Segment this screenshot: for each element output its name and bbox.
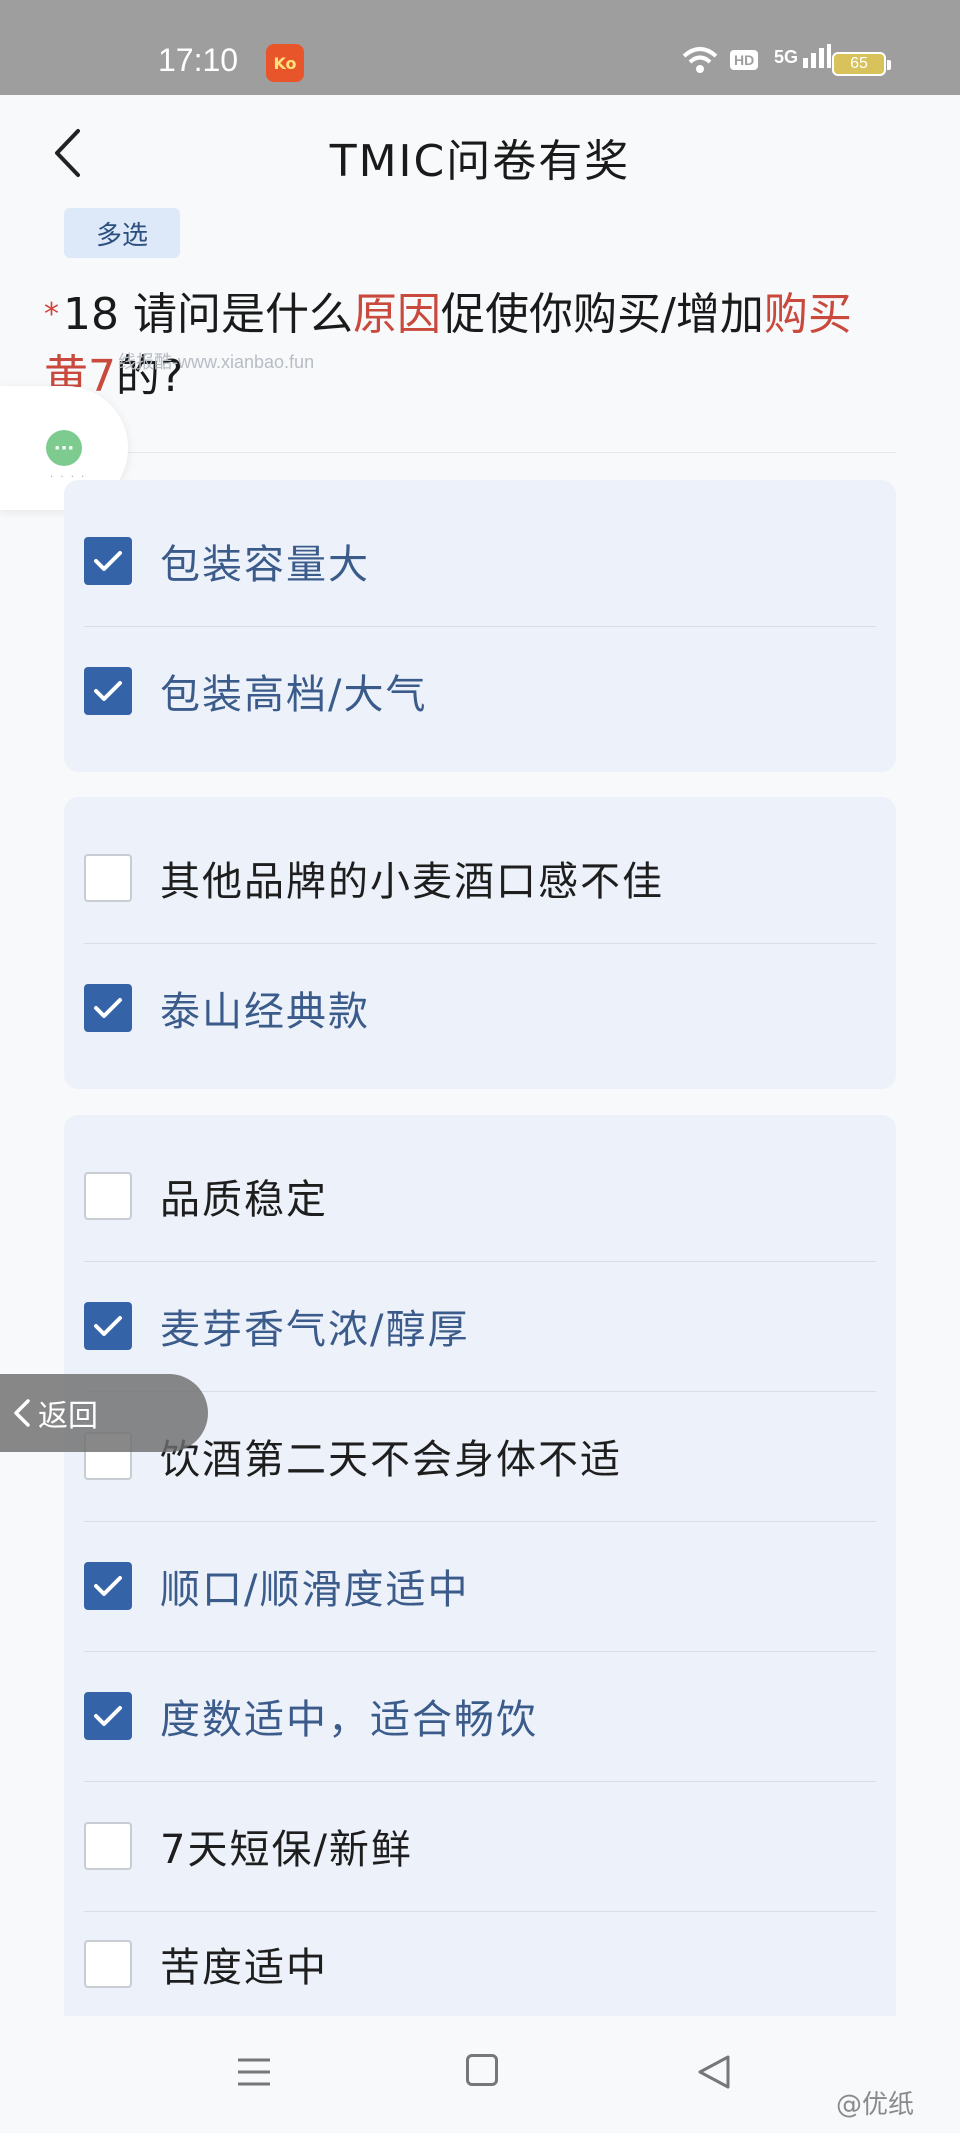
option-label: 泰山经典款 <box>160 989 370 1035</box>
chevron-left-icon <box>14 1399 30 1427</box>
nav-back-icon[interactable] <box>694 2052 734 2092</box>
checkbox-checked[interactable] <box>84 1302 132 1350</box>
option-item[interactable]: 其他品牌的小麦酒口感不佳 <box>84 813 876 943</box>
watermark: 线报酷-www.xianbao.fun <box>118 352 315 372</box>
check-icon <box>94 1576 122 1596</box>
question-number: 18 <box>63 289 119 340</box>
checkbox-checked[interactable] <box>84 1562 132 1610</box>
option-label: 7天短保/新鲜 <box>160 1827 413 1873</box>
option-group: 其他品牌的小麦酒口感不佳 泰山经典款 <box>64 797 896 1089</box>
checkbox-checked[interactable] <box>84 537 132 585</box>
multi-select-tag: 多选 <box>64 208 180 258</box>
option-group: 品质稳定 麦芽香气浓/醇厚 饮酒第二天不会身体不适 顺口/顺滑度适中 度数适中，… <box>64 1115 896 2016</box>
check-icon <box>94 1316 122 1336</box>
option-item[interactable]: 苦度适中 <box>84 1911 876 2016</box>
question-part2: 促使你购买/增加 <box>441 289 764 340</box>
question-part1: 请问是什么 <box>133 289 353 340</box>
signal-icon: 5G <box>774 44 832 68</box>
check-icon <box>94 681 122 701</box>
required-mark: * <box>44 297 59 332</box>
option-label: 苦度适中 <box>160 1944 328 1991</box>
check-icon <box>94 998 122 1018</box>
option-label: 品质稳定 <box>160 1177 328 1223</box>
app-header: TMIC问卷有奖 <box>0 95 960 210</box>
option-item[interactable]: 度数适中，适合畅饮 <box>84 1651 876 1781</box>
option-label: 顺口/顺滑度适中 <box>160 1567 470 1613</box>
battery-level: 65 <box>850 55 868 72</box>
checkbox-checked[interactable] <box>84 1692 132 1740</box>
weibo-watermark: @优纸 <box>836 2090 915 2120</box>
option-label: 麦芽香气浓/醇厚 <box>160 1307 470 1353</box>
option-label: 度数适中，适合畅饮 <box>160 1697 538 1743</box>
chat-icon: ··· <box>46 430 82 466</box>
check-icon <box>94 1706 122 1726</box>
option-label: 包装高档/大气 <box>160 672 428 718</box>
option-item[interactable]: 顺口/顺滑度适中 <box>84 1521 876 1651</box>
option-item[interactable]: 品质稳定 <box>84 1131 876 1261</box>
checkbox-checked[interactable] <box>84 667 132 715</box>
option-label: 其他品牌的小麦酒口感不佳 <box>160 859 664 905</box>
menu-icon[interactable] <box>234 2052 274 2092</box>
option-item[interactable]: 7天短保/新鲜 <box>84 1781 876 1911</box>
question-text: *18 请问是什么原因促使你购买/增加购买黄7的? <box>44 284 894 408</box>
status-bar: 17:10 Ko HD 5G 65 <box>0 0 960 95</box>
signal-label: 5G <box>774 47 799 67</box>
floating-back-label: 返回 <box>38 1399 98 1434</box>
option-label: 饮酒第二天不会身体不适 <box>160 1437 622 1483</box>
hd-badge: HD <box>730 50 759 70</box>
checkbox-checked[interactable] <box>84 984 132 1032</box>
system-nav-bar: @优纸 <box>0 2016 960 2133</box>
battery-icon: 65 <box>832 52 891 76</box>
check-icon <box>94 551 122 571</box>
home-icon[interactable] <box>466 2054 498 2086</box>
checkbox-unchecked[interactable] <box>84 854 132 902</box>
option-label: 包装容量大 <box>160 542 370 588</box>
checkbox-unchecked[interactable] <box>84 1172 132 1220</box>
wifi-icon <box>680 44 720 84</box>
checkbox-unchecked[interactable] <box>84 1939 132 1988</box>
status-time: 17:10 <box>158 42 239 78</box>
question-highlight-1: 原因 <box>353 289 441 340</box>
page-title: TMIC问卷有奖 <box>329 136 631 187</box>
checkbox-unchecked[interactable] <box>84 1822 132 1870</box>
divider <box>64 452 896 453</box>
option-item[interactable]: 麦芽香气浓/醇厚 <box>84 1261 876 1391</box>
option-item[interactable]: 包装高档/大气 <box>84 626 876 756</box>
app-notification-icon: Ko <box>266 44 304 82</box>
option-group: 包装容量大 包装高档/大气 <box>64 480 896 772</box>
option-item[interactable]: 泰山经典款 <box>84 943 876 1073</box>
option-item[interactable]: 包装容量大 <box>84 496 876 626</box>
floating-back-button[interactable]: 返回 <box>0 1374 208 1452</box>
